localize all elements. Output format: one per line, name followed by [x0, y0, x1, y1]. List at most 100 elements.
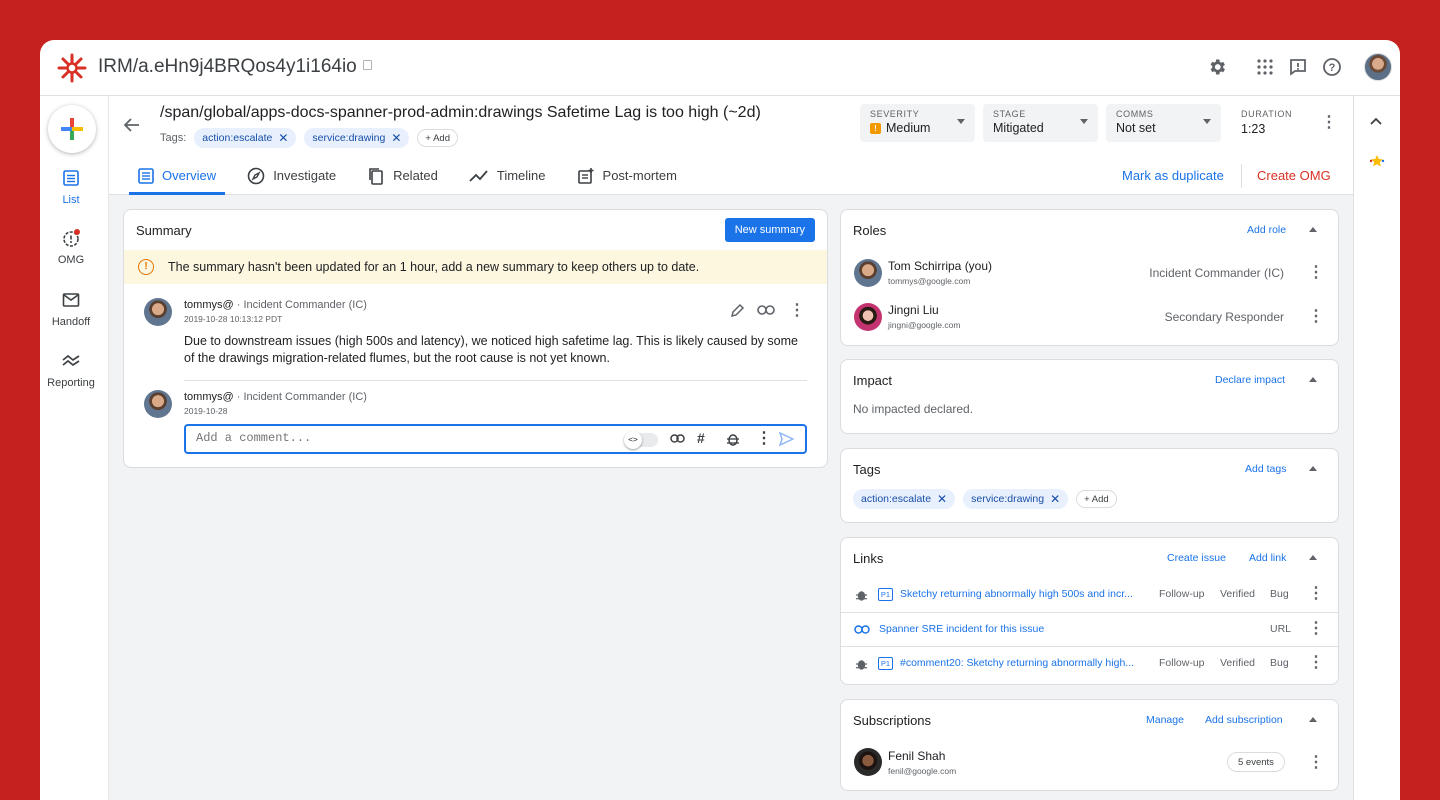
nav-list[interactable]: List	[40, 168, 102, 206]
bug-icon[interactable]	[726, 432, 740, 446]
add-tags-link[interactable]: Add tags	[1245, 463, 1286, 475]
add-tag-button[interactable]: + Add	[1076, 490, 1117, 508]
close-icon[interactable]: ✕	[937, 492, 947, 506]
tag-chip[interactable]: service:drawing ✕	[963, 489, 1069, 509]
more-vert-icon[interactable]: ⋮	[1321, 115, 1337, 131]
top-bar: IRM/a.eHn9j4BRQos4y1i164io ?	[40, 40, 1400, 96]
collapse-icon[interactable]	[1309, 555, 1317, 560]
apps-grid-icon[interactable]	[1254, 56, 1276, 78]
events-badge[interactable]: 5 events	[1227, 752, 1285, 772]
stage-select[interactable]: STAGE Mitigated	[983, 104, 1098, 142]
back-arrow-icon[interactable]	[123, 116, 143, 136]
create-issue-link[interactable]: Create issue	[1167, 552, 1226, 564]
collapse-icon[interactable]	[1309, 466, 1317, 471]
right-rail	[1353, 96, 1400, 800]
impact-empty-text: No impacted declared.	[853, 402, 974, 416]
more-vert-icon[interactable]: ⋮	[789, 303, 805, 319]
tag-chip[interactable]: service:drawing ✕	[304, 128, 410, 148]
collapse-icon[interactable]	[1309, 227, 1317, 232]
mark-duplicate-link[interactable]: Mark as duplicate	[1122, 168, 1224, 183]
incident-header: /span/global/apps-docs-spanner-prod-admi…	[109, 96, 1353, 195]
add-role-link[interactable]: Add role	[1247, 224, 1286, 236]
code-mode-toggle[interactable]: <>	[624, 431, 658, 449]
subscriber-name: Fenil Shah	[888, 749, 946, 763]
code-icon: <>	[624, 431, 642, 449]
close-icon[interactable]: ✕	[278, 131, 288, 145]
more-vert-icon[interactable]: ⋮	[1308, 755, 1324, 771]
main-content: /span/global/apps-docs-spanner-prod-admi…	[109, 96, 1353, 800]
nav-omg[interactable]: OMG	[40, 228, 102, 266]
more-vert-icon[interactable]: ⋮	[1308, 265, 1324, 281]
collapse-icon[interactable]	[1309, 377, 1317, 382]
stage-label: STAGE	[993, 109, 1026, 119]
account-avatar[interactable]	[1364, 53, 1392, 81]
more-vert-icon[interactable]: ⋮	[1308, 309, 1324, 325]
chevron-up-icon[interactable]	[1370, 117, 1382, 125]
add-link-icon[interactable]	[670, 433, 686, 445]
manage-link[interactable]: Manage	[1146, 714, 1184, 726]
severity-value: Medium	[886, 121, 931, 135]
link-row[interactable]: P1 Sketchy returning abnormally high 500…	[841, 578, 1338, 612]
tab-overview[interactable]: Overview	[129, 156, 226, 195]
link-title[interactable]: Spanner SRE incident for this issue	[879, 623, 1044, 635]
link-row[interactable]: Spanner SRE incident for this issue URL …	[841, 612, 1338, 646]
link-row[interactable]: P1 #comment20: Sketchy returning abnorma…	[841, 646, 1338, 680]
comment-input[interactable]	[196, 431, 596, 445]
sparkle-icon[interactable]	[1369, 154, 1385, 168]
send-icon[interactable]	[779, 432, 794, 446]
link-title[interactable]: #comment20: Sketchy returning abnormally…	[900, 657, 1134, 669]
author-role: · Incident Commander (IC)	[233, 299, 367, 311]
more-vert-icon[interactable]: ⋮	[1308, 655, 1324, 671]
help-icon[interactable]: ?	[1321, 56, 1343, 78]
nav-omg-label: OMG	[57, 254, 85, 266]
nav-list-label: List	[62, 194, 80, 206]
avatar	[144, 298, 172, 326]
link-icon[interactable]	[757, 304, 775, 316]
tab-label: Investigate	[273, 168, 337, 183]
tag-chip[interactable]: action:escalate ✕	[853, 489, 956, 509]
add-subscription-link[interactable]: Add subscription	[1205, 714, 1283, 726]
hashtag-icon[interactable]: #	[697, 430, 705, 446]
close-icon[interactable]: ✕	[391, 131, 401, 145]
create-omg-link[interactable]: Create OMG	[1257, 168, 1331, 183]
overview-icon	[138, 167, 154, 184]
subscriptions-card: Subscriptions Manage Add subscription Fe…	[840, 699, 1339, 791]
create-fab-button[interactable]	[48, 105, 96, 153]
collapse-icon[interactable]	[1309, 717, 1317, 722]
edit-pencil-icon[interactable]	[730, 303, 745, 318]
tag-chip[interactable]: action:escalate ✕	[194, 128, 297, 148]
nav-handoff[interactable]: Handoff	[40, 290, 102, 328]
post-mortem-icon	[577, 167, 595, 185]
add-tag-button[interactable]: + Add	[417, 129, 458, 147]
priority-badge: P1	[878, 588, 893, 601]
tab-timeline[interactable]: Timeline	[460, 156, 555, 195]
new-summary-button[interactable]: New summary	[724, 218, 815, 242]
more-vert-icon[interactable]: ⋮	[1308, 621, 1324, 637]
author-name: tommys@	[184, 391, 234, 403]
dropdown-caret-icon	[1203, 119, 1211, 124]
more-vert-icon[interactable]: ⋮	[756, 431, 772, 447]
mail-icon	[62, 293, 80, 307]
settings-gear-icon[interactable]	[1206, 56, 1228, 78]
left-nav: List OMG Handoff Reporting	[40, 96, 109, 800]
declare-impact-link[interactable]: Declare impact	[1215, 374, 1285, 386]
severity-select[interactable]: SEVERITY ! Medium	[860, 104, 975, 142]
more-vert-icon[interactable]: ⋮	[1308, 586, 1324, 602]
link-title[interactable]: Sketchy returning abnormally high 500s a…	[900, 588, 1133, 600]
summary-text: Due to downstream issues (high 500s and …	[184, 334, 798, 365]
link-relation: Follow-up	[1159, 588, 1205, 600]
tab-post-mortem[interactable]: Post-mortem	[568, 156, 686, 195]
copy-icon[interactable]	[362, 59, 372, 70]
timeline-icon	[469, 169, 489, 183]
tag-chip-label: action:escalate	[202, 132, 273, 144]
nav-reporting[interactable]: Reporting	[40, 351, 102, 389]
tab-related[interactable]: Related	[358, 156, 447, 195]
summary-card: Summary New summary ! The summary hasn't…	[123, 209, 828, 468]
close-icon[interactable]: ✕	[1050, 492, 1060, 506]
add-link-link[interactable]: Add link	[1249, 552, 1286, 564]
tab-investigate[interactable]: Investigate	[238, 156, 345, 195]
comms-select[interactable]: COMMS Not set	[1106, 104, 1221, 142]
bug-icon	[855, 591, 868, 601]
link-type: Bug	[1270, 657, 1289, 669]
feedback-icon[interactable]	[1287, 56, 1309, 78]
